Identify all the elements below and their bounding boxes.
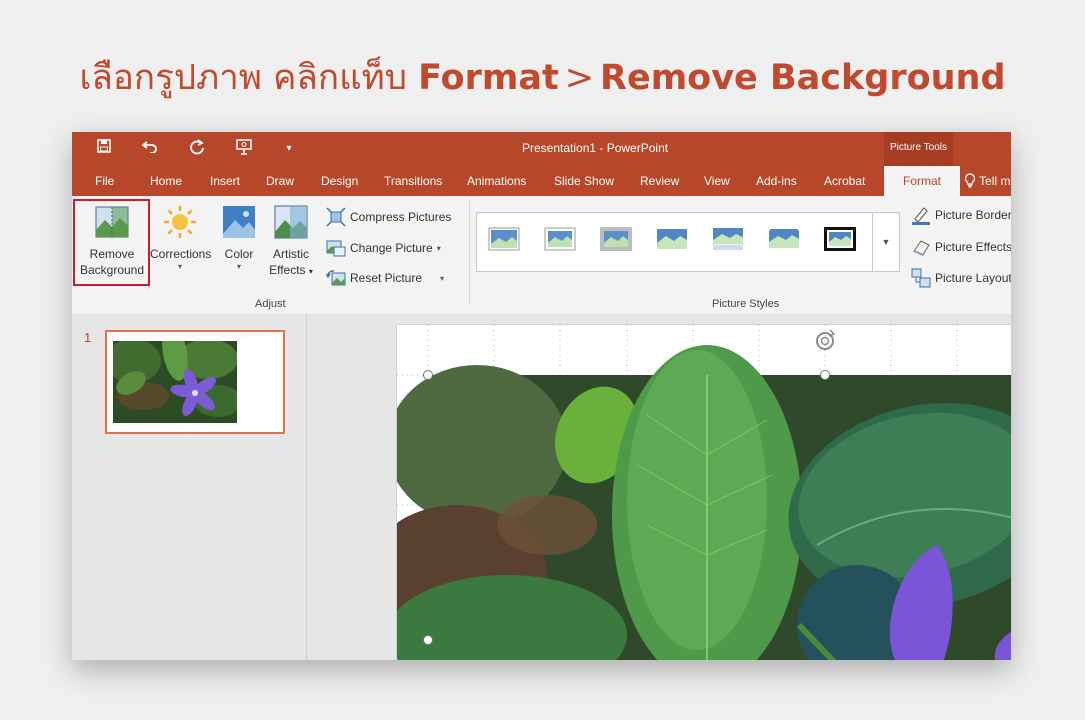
lightbulb-icon xyxy=(964,173,976,188)
artistic-effects-line1: Artistic xyxy=(273,247,309,261)
color-button[interactable]: Color ▾ xyxy=(217,204,261,272)
style-soft-edge-icon[interactable] xyxy=(656,227,688,251)
remove-background-line1: Remove xyxy=(89,247,135,261)
corrections-sun-icon xyxy=(164,206,196,238)
tab-review[interactable]: Review xyxy=(640,174,679,188)
group-separator xyxy=(469,200,470,304)
picture-border-label: Picture Border xyxy=(935,208,1011,222)
slide-content xyxy=(397,325,1011,660)
tab-insert[interactable]: Insert xyxy=(210,174,240,188)
compress-pictures-button[interactable]: Compress Pictures xyxy=(326,207,451,227)
style-simple-frame-icon[interactable] xyxy=(488,227,520,251)
slide-canvas[interactable] xyxy=(396,324,1011,660)
instruction-headline: เลือกรูปภาพ คลิกแท็บ Format > Remove Backg… xyxy=(0,50,1085,105)
tab-format[interactable]: Format xyxy=(884,166,960,196)
tell-me-text: Tell m xyxy=(979,174,1011,188)
corrections-label: Corrections xyxy=(150,247,212,261)
style-white-frame-icon[interactable] xyxy=(544,227,576,251)
tab-acrobat[interactable]: Acrobat xyxy=(824,174,865,188)
artistic-effects-line2: Effects ▾ xyxy=(269,263,313,277)
remove-background-button[interactable]: Remove Background xyxy=(76,204,148,278)
color-caret-icon: ▾ xyxy=(236,262,241,271)
picture-layout-icon xyxy=(911,268,931,288)
resize-handle-top-left[interactable] xyxy=(423,370,433,380)
change-picture-button[interactable]: Change Picture ▾ xyxy=(326,238,441,258)
powerpoint-window: ▾ Presentation1 - PowerPoint Picture Too… xyxy=(72,132,1011,660)
color-icon xyxy=(223,206,255,238)
tab-slide-show[interactable]: Slide Show xyxy=(554,174,614,188)
color-label: Color xyxy=(224,247,254,261)
style-rounded-icon[interactable] xyxy=(768,227,800,251)
slide-editor xyxy=(307,314,1011,660)
headline-prefix: เลือกรูปภาพ คลิกแท็บ xyxy=(79,58,407,98)
change-picture-label: Change Picture xyxy=(350,241,433,255)
save-icon[interactable] xyxy=(94,139,114,159)
remove-background-line2: Background xyxy=(79,263,145,277)
headline-format: Format xyxy=(418,58,559,98)
present-from-start-icon[interactable] xyxy=(234,139,254,159)
tab-home[interactable]: Home xyxy=(150,174,182,188)
picture-layout-button[interactable]: Picture Layout xyxy=(911,268,1011,288)
ribbon-tabs: File Home Insert Draw Design Transitions… xyxy=(72,166,1011,196)
tab-draw[interactable]: Draw xyxy=(266,174,294,188)
tab-add-ins[interactable]: Add-ins xyxy=(756,174,797,188)
flower-picture[interactable] xyxy=(397,345,1011,660)
tab-file[interactable]: File xyxy=(95,174,114,188)
slide-thumbnail[interactable] xyxy=(105,330,285,434)
tab-transitions[interactable]: Transitions xyxy=(384,174,442,188)
style-black-frame-icon[interactable] xyxy=(824,227,856,251)
change-picture-caret-icon: ▾ xyxy=(436,243,441,253)
remove-background-icon xyxy=(95,206,129,238)
gallery-more-icon[interactable]: ▼ xyxy=(872,212,900,272)
style-reflected-icon[interactable] xyxy=(712,227,744,251)
adjust-group-label: Adjust xyxy=(255,298,286,310)
reset-picture-label: Reset Picture xyxy=(350,271,423,285)
picture-effects-label: Picture Effects xyxy=(935,240,1011,254)
artistic-effects-icon xyxy=(274,205,308,239)
headline-separator: > xyxy=(564,58,595,98)
reset-picture-icon xyxy=(326,270,346,286)
resize-handle-top-center[interactable] xyxy=(820,370,830,380)
style-thick-matte-icon[interactable] xyxy=(600,227,632,251)
redo-icon[interactable] xyxy=(187,139,207,159)
picture-border-button[interactable]: Picture Border xyxy=(911,205,1011,225)
context-tab-group: Picture Tools xyxy=(884,132,953,166)
change-picture-icon xyxy=(326,240,346,257)
headline-target: Remove Background xyxy=(600,58,1006,98)
picture-effects-button[interactable]: Picture Effects xyxy=(911,237,1011,257)
corrections-caret-icon: ▾ xyxy=(177,262,182,271)
resize-handle-middle-left[interactable] xyxy=(423,635,433,645)
ribbon-format: Remove Background Corrections ▾ Color ▾ … xyxy=(72,196,1011,315)
window-title: Presentation1 - PowerPoint xyxy=(522,141,669,155)
flower-thumbnail-image xyxy=(113,341,237,423)
rotation-handle-icon[interactable] xyxy=(816,329,836,350)
slide-thumbnails-pane: 1 xyxy=(72,314,307,660)
title-bar: ▾ Presentation1 - PowerPoint Picture Too… xyxy=(72,132,1011,166)
picture-styles-group-label: Picture Styles xyxy=(712,298,780,310)
tab-view[interactable]: View xyxy=(704,174,730,188)
tell-me-box[interactable]: Tell m xyxy=(964,173,1010,188)
customize-quick-access-icon[interactable]: ▾ xyxy=(279,139,299,159)
picture-layout-label: Picture Layout xyxy=(935,271,1011,285)
tab-animations[interactable]: Animations xyxy=(467,174,526,188)
compress-pictures-label: Compress Pictures xyxy=(350,210,452,224)
tab-design[interactable]: Design xyxy=(321,174,358,188)
corrections-button[interactable]: Corrections ▾ xyxy=(150,204,212,272)
reset-picture-caret-icon: ▾ xyxy=(440,273,445,283)
slide-number: 1 xyxy=(84,330,92,345)
compress-pictures-icon xyxy=(326,207,346,227)
undo-icon[interactable] xyxy=(140,139,160,159)
picture-styles-gallery xyxy=(476,212,900,272)
reset-picture-button[interactable]: Reset Picture ▾ xyxy=(326,268,444,288)
artistic-effects-button[interactable]: Artistic Effects ▾ xyxy=(266,204,316,280)
picture-border-icon xyxy=(912,207,930,225)
picture-effects-icon xyxy=(913,240,930,256)
